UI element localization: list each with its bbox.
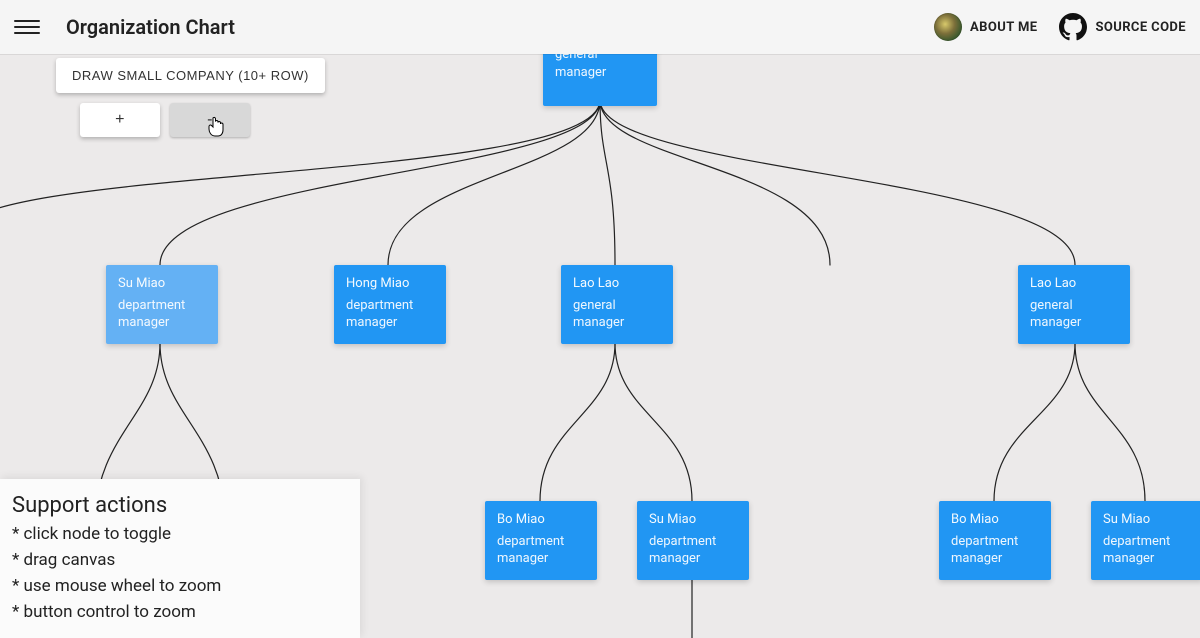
menu-icon[interactable] <box>14 14 40 40</box>
help-line: * button control to zoom <box>12 602 348 622</box>
zoom-in-button[interactable]: + <box>80 103 160 137</box>
node-name: Su Miao <box>1103 511 1191 529</box>
org-node-lao-lao-2[interactable]: Lao Lao general manager <box>1018 265 1130 344</box>
node-name: Bo Miao <box>951 511 1039 529</box>
node-title: department manager <box>649 533 737 568</box>
org-node-su-miao-2[interactable]: Su Miao department manager <box>637 501 749 580</box>
node-title: department manager <box>497 533 585 568</box>
help-line: * drag canvas <box>12 550 348 570</box>
node-title: department manager <box>951 533 1039 568</box>
about-me-link[interactable]: ABOUT ME <box>934 13 1037 41</box>
org-node-bo-miao-1[interactable]: Bo Miao department manager <box>485 501 597 580</box>
app-title: Organization Chart <box>66 15 235 39</box>
node-title: general manager <box>573 297 661 332</box>
node-title: general manager <box>1030 297 1118 332</box>
node-name: Lao Lao <box>1030 275 1118 293</box>
node-title: department manager <box>1103 533 1191 568</box>
org-node-lao-lao-1[interactable]: Lao Lao general manager <box>561 265 673 344</box>
org-node-hong-miao[interactable]: Hong Miao department manager <box>334 265 446 344</box>
source-code-link[interactable]: SOURCE CODE <box>1059 13 1186 41</box>
org-node-bo-miao-2[interactable]: Bo Miao department manager <box>939 501 1051 580</box>
help-panel: Support actions * click node to toggle *… <box>0 479 360 638</box>
node-name: Su Miao <box>118 275 206 293</box>
help-heading: Support actions <box>12 493 348 518</box>
github-icon <box>1059 13 1087 41</box>
app-header: Organization Chart ABOUT ME SOURCE CODE <box>0 0 1200 54</box>
source-code-label: SOURCE CODE <box>1095 20 1186 35</box>
help-line: * click node to toggle <box>12 524 348 544</box>
avatar-icon <box>934 13 962 41</box>
node-title: department manager <box>346 297 434 332</box>
node-name: Lao Lao <box>573 275 661 293</box>
about-me-label: ABOUT ME <box>970 20 1037 35</box>
org-node-su-miao-3[interactable]: Su Miao department manager <box>1091 501 1200 580</box>
draw-company-button[interactable]: DRAW SMALL COMPANY (10+ ROW) <box>56 58 325 93</box>
help-line: * use mouse wheel to zoom <box>12 576 348 596</box>
org-node-su-miao[interactable]: Su Miao department manager <box>106 265 218 344</box>
node-name: Bo Miao <box>497 511 585 529</box>
node-name: Hong Miao <box>346 275 434 293</box>
node-title: department manager <box>118 297 206 332</box>
node-name: Su Miao <box>649 511 737 529</box>
toolbar: DRAW SMALL COMPANY (10+ ROW) + - <box>56 58 325 137</box>
zoom-out-button[interactable]: - <box>170 103 250 137</box>
